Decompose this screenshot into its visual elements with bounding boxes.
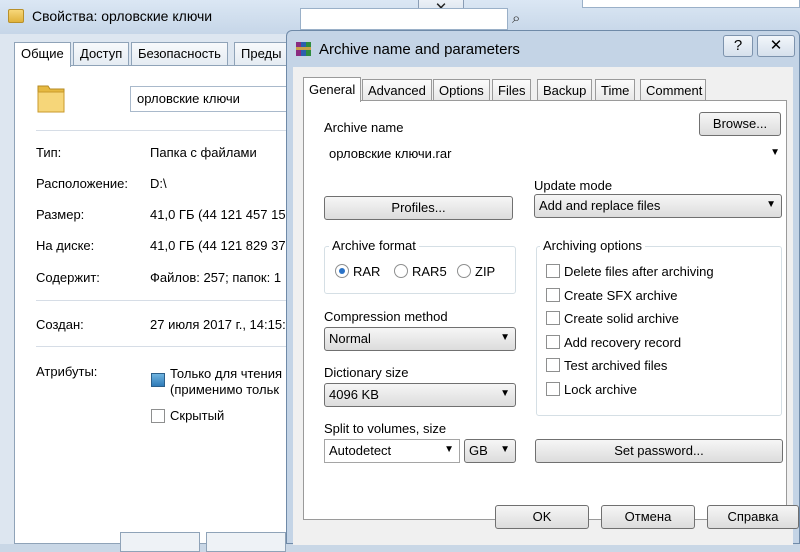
- separator: [36, 346, 304, 347]
- location-label: Расположение:: [36, 176, 128, 191]
- lock-archive-label: Lock archive: [564, 382, 637, 397]
- chevron-down-icon[interactable]: ▼: [766, 199, 776, 210]
- split-volumes-label: Split to volumes, size: [324, 421, 447, 436]
- tab-comment[interactable]: Comment: [640, 79, 706, 101]
- type-label: Тип:: [36, 145, 62, 160]
- properties-general-panel: [14, 65, 304, 544]
- dictionary-size-label: Dictionary size: [324, 365, 409, 380]
- update-mode-value: Add and replace files: [539, 198, 661, 213]
- readonly-label: Только для чтения: [170, 366, 283, 381]
- attributes-label: Атрибуты:: [36, 364, 98, 379]
- recovery-record-checkbox[interactable]: [546, 335, 560, 349]
- compression-method-label: Compression method: [324, 309, 448, 324]
- delete-files-label: Delete files after archiving: [564, 264, 714, 279]
- contains-label: Содержит:: [36, 270, 100, 285]
- cancel-button[interactable]: Отмена: [601, 505, 695, 529]
- large-folder-icon: [37, 85, 65, 113]
- tab-backup[interactable]: Backup: [537, 79, 593, 101]
- test-archived-checkbox[interactable]: [546, 358, 560, 372]
- properties-window-title: Свойства: орловские ключи: [32, 8, 213, 24]
- radio-rar[interactable]: [335, 264, 349, 278]
- chevron-down-icon[interactable]: ▼: [500, 444, 510, 455]
- compression-method-select[interactable]: Normal ▼: [324, 327, 516, 351]
- close-icon[interactable]: ✕: [757, 35, 795, 57]
- tab-advanced[interactable]: Advanced: [362, 79, 432, 101]
- create-solid-checkbox[interactable]: [546, 311, 560, 325]
- readonly-note: (применимо тольк: [170, 382, 280, 397]
- tab-previous-versions[interactable]: Преды: [234, 42, 294, 66]
- tab-general[interactable]: General: [303, 77, 362, 102]
- general-panel: Archive name Browse... орловские ключи.r…: [303, 100, 787, 520]
- compression-method-value: Normal: [329, 331, 371, 346]
- archiving-options-title: Archiving options: [540, 238, 645, 253]
- separator: [36, 300, 304, 301]
- background-address-field[interactable]: [582, 0, 800, 8]
- chevron-down-icon[interactable]: ▼: [444, 444, 454, 455]
- split-unit-value: GB: [469, 443, 488, 458]
- recovery-record-label: Add recovery record: [564, 335, 682, 350]
- properties-ok-button[interactable]: [120, 532, 200, 552]
- separator: [36, 130, 304, 131]
- archive-format-title: Archive format: [329, 238, 419, 253]
- background-search-input[interactable]: [300, 8, 508, 30]
- archive-parameters-dialog: Archive name and parameters ? ✕ General …: [286, 30, 800, 545]
- ok-button[interactable]: OK: [495, 505, 589, 529]
- tab-options[interactable]: Options: [433, 79, 490, 101]
- set-password-button[interactable]: Set password...: [535, 439, 783, 463]
- tab-general-ru[interactable]: Общие: [14, 42, 71, 67]
- radio-rar5[interactable]: [394, 264, 408, 278]
- folder-icon: [8, 9, 24, 23]
- size-value: 41,0 ГБ (44 121 457 152: [150, 207, 293, 222]
- test-archived-label: Test archived files: [564, 358, 668, 373]
- chevron-down-icon[interactable]: ▼: [770, 147, 780, 158]
- size-on-disk-value: 41,0 ГБ (44 121 829 376: [150, 238, 293, 253]
- created-value: 27 июля 2017 г., 14:15:1: [150, 317, 293, 332]
- radio-rar5-label: RAR5: [412, 264, 447, 279]
- archive-name-label: Archive name: [324, 120, 404, 135]
- folder-name-field[interactable]: орловские ключи: [130, 86, 300, 112]
- delete-files-checkbox[interactable]: [546, 264, 560, 278]
- chevron-down-icon[interactable]: ▼: [500, 332, 510, 343]
- contains-value: Файлов: 257; папок: 1: [150, 270, 282, 285]
- dictionary-size-value: 4096 KB: [329, 387, 379, 402]
- help-button[interactable]: Справка: [707, 505, 799, 529]
- archive-name-value: орловские ключи.rar: [329, 146, 452, 161]
- tab-security[interactable]: Безопасность: [131, 42, 228, 66]
- tab-time[interactable]: Time: [595, 79, 636, 101]
- archive-name-input[interactable]: орловские ключи.rar ▼: [324, 142, 786, 166]
- location-value: D:\: [150, 176, 167, 191]
- help-icon[interactable]: ?: [723, 35, 753, 57]
- search-icon[interactable]: ⌕: [512, 10, 532, 28]
- size-on-disk-label: На диске:: [36, 238, 95, 253]
- split-unit-select[interactable]: GB ▼: [464, 439, 516, 463]
- hidden-label: Скрытый: [170, 408, 225, 423]
- type-value: Папка с файлами: [150, 145, 257, 160]
- tab-access[interactable]: Доступ: [73, 42, 130, 66]
- tab-files[interactable]: Files: [492, 79, 532, 101]
- radio-zip[interactable]: [457, 264, 471, 278]
- dictionary-size-select[interactable]: 4096 KB ▼: [324, 383, 516, 407]
- radio-zip-label: ZIP: [475, 264, 496, 279]
- update-mode-label: Update mode: [534, 178, 613, 193]
- chevron-down-icon[interactable]: ▼: [500, 388, 510, 399]
- profiles-button[interactable]: Profiles...: [324, 196, 513, 220]
- create-sfx-checkbox[interactable]: [546, 288, 560, 302]
- radio-rar-label: RAR: [353, 264, 381, 279]
- lock-archive-checkbox[interactable]: [546, 382, 560, 396]
- winrar-icon: [296, 42, 311, 56]
- dialog-title: Archive name and parameters: [319, 41, 520, 58]
- properties-cancel-button[interactable]: [206, 532, 286, 552]
- browse-button[interactable]: Browse...: [699, 112, 781, 136]
- create-solid-label: Create solid archive: [564, 311, 679, 326]
- create-sfx-label: Create SFX archive: [564, 288, 678, 303]
- split-volumes-input[interactable]: Autodetect ▼: [324, 439, 460, 463]
- split-volumes-value: Autodetect: [329, 443, 392, 458]
- size-label: Размер:: [36, 207, 85, 222]
- created-label: Создан:: [36, 317, 84, 332]
- hidden-checkbox[interactable]: [151, 409, 165, 423]
- update-mode-select[interactable]: Add and replace files ▼: [534, 194, 782, 218]
- readonly-checkbox[interactable]: [151, 373, 165, 387]
